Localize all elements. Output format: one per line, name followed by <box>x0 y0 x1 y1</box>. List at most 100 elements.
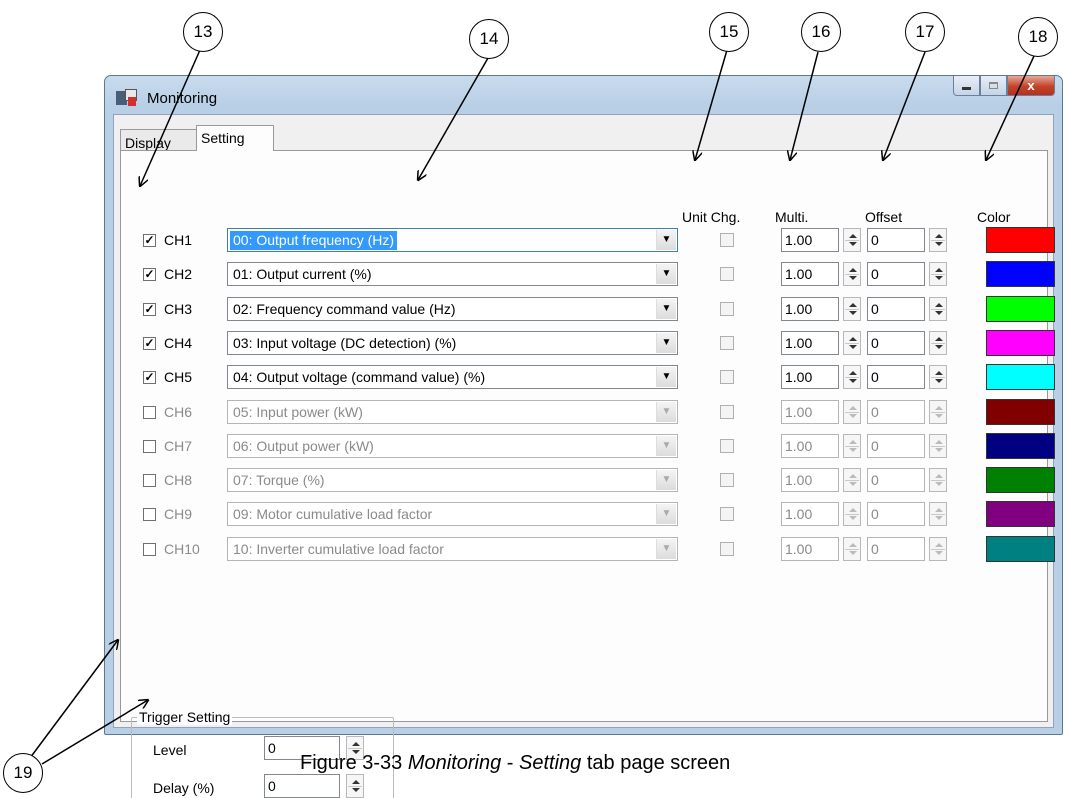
multi-input[interactable]: 1.00 <box>781 433 839 458</box>
offset-spinner[interactable] <box>929 536 947 561</box>
multi-spinner[interactable] <box>843 433 861 458</box>
channel-item-select[interactable]: 02: Frequency command value (Hz) ▼ <box>227 296 678 321</box>
unit-change-checkbox[interactable] <box>720 301 734 316</box>
multi-spinner[interactable] <box>843 365 861 390</box>
multi-spinner[interactable] <box>843 262 861 287</box>
offset-input[interactable]: 0 <box>867 228 925 252</box>
unit-change-checkbox[interactable] <box>720 335 734 350</box>
multi-input[interactable]: 1.00 <box>781 365 839 390</box>
channel-checkbox[interactable]: ✓ <box>143 302 156 316</box>
offset-spinner[interactable] <box>929 468 947 493</box>
delay-input[interactable]: 0 <box>264 774 340 798</box>
color-swatch[interactable] <box>986 501 1055 528</box>
chevron-down-icon[interactable]: ▼ <box>656 298 676 319</box>
offset-spinner[interactable] <box>929 502 947 527</box>
callout-17: 17 <box>905 12 945 52</box>
offset-spinner[interactable] <box>929 433 947 458</box>
offset-input[interactable]: 0 <box>867 502 925 527</box>
chevron-down-icon[interactable]: ▼ <box>656 332 676 353</box>
channel-checkbox[interactable] <box>143 405 156 419</box>
color-swatch[interactable] <box>986 535 1055 562</box>
channel-item-select[interactable]: 00: Output frequency (Hz) ▼ <box>227 228 678 252</box>
unit-change-checkbox[interactable] <box>720 370 734 385</box>
multi-input[interactable]: 1.00 <box>781 330 839 355</box>
offset-spinner[interactable] <box>929 399 947 424</box>
color-swatch[interactable] <box>986 467 1055 494</box>
channel-name: CH6 <box>164 403 193 420</box>
channel-checkbox[interactable] <box>143 439 156 453</box>
chevron-down-icon[interactable]: ▼ <box>656 264 676 285</box>
unit-change-checkbox[interactable] <box>720 267 734 282</box>
chevron-down-icon[interactable]: ▼ <box>656 538 676 559</box>
offset-input[interactable]: 0 <box>867 536 925 561</box>
chevron-down-icon[interactable]: ▼ <box>656 230 676 250</box>
channel-checkbox[interactable]: ✓ <box>143 336 156 350</box>
multi-spinner[interactable] <box>843 296 861 321</box>
color-swatch[interactable] <box>986 432 1055 459</box>
channel-item-select[interactable]: 05: Input power (kW) ▼ <box>227 399 678 424</box>
tab-setting[interactable]: Setting <box>196 125 274 151</box>
channel-item-select[interactable]: 04: Output voltage (command value) (%) ▼ <box>227 365 678 390</box>
tab-display[interactable]: Display <box>120 129 197 151</box>
offset-spinner[interactable] <box>929 262 947 287</box>
color-swatch[interactable] <box>986 227 1055 253</box>
chevron-down-icon[interactable]: ▼ <box>656 367 676 388</box>
delay-spinner[interactable] <box>346 774 364 798</box>
multi-spinner[interactable] <box>843 502 861 527</box>
offset-spinner[interactable] <box>929 365 947 390</box>
channel-checkbox[interactable] <box>143 474 156 488</box>
offset-input[interactable]: 0 <box>867 330 925 355</box>
channel-item-select[interactable]: 06: Output power (kW) ▼ <box>227 433 678 458</box>
minimize-button[interactable] <box>953 76 980 96</box>
offset-input[interactable]: 0 <box>867 433 925 458</box>
multi-input[interactable]: 1.00 <box>781 468 839 493</box>
maximize-button[interactable] <box>980 76 1007 96</box>
offset-input[interactable]: 0 <box>867 399 925 424</box>
multi-input[interactable]: 1.00 <box>781 262 839 287</box>
channel-item-select[interactable]: 01: Output current (%) ▼ <box>227 262 678 287</box>
offset-spinner[interactable] <box>929 228 947 252</box>
channel-item-select[interactable]: 10: Inverter cumulative load factor ▼ <box>227 536 678 561</box>
chevron-down-icon[interactable]: ▼ <box>656 435 676 456</box>
multi-input[interactable]: 1.00 <box>781 296 839 321</box>
offset-input[interactable]: 0 <box>867 296 925 321</box>
color-swatch[interactable] <box>986 364 1055 391</box>
title-bar[interactable]: Monitoring x <box>105 76 1062 114</box>
multi-input[interactable]: 1.00 <box>781 228 839 252</box>
chevron-down-icon[interactable]: ▼ <box>656 470 676 491</box>
offset-input[interactable]: 0 <box>867 365 925 390</box>
offset-input[interactable]: 0 <box>867 262 925 287</box>
channel-checkbox[interactable]: ✓ <box>143 371 156 385</box>
multi-spinner[interactable] <box>843 330 861 355</box>
unit-change-checkbox[interactable] <box>720 541 734 556</box>
channel-checkbox[interactable] <box>143 542 156 556</box>
multi-input[interactable]: 1.00 <box>781 399 839 424</box>
color-swatch[interactable] <box>986 295 1055 322</box>
offset-input[interactable]: 0 <box>867 468 925 493</box>
unit-change-checkbox[interactable] <box>720 507 734 522</box>
multi-spinner[interactable] <box>843 228 861 252</box>
multi-spinner[interactable] <box>843 399 861 424</box>
color-swatch[interactable] <box>986 329 1055 356</box>
offset-spinner[interactable] <box>929 296 947 321</box>
color-swatch[interactable] <box>986 398 1055 425</box>
color-swatch[interactable] <box>986 261 1055 288</box>
chevron-down-icon[interactable]: ▼ <box>656 504 676 525</box>
multi-spinner[interactable] <box>843 536 861 561</box>
close-button[interactable]: x <box>1007 76 1055 96</box>
channel-item-select[interactable]: 03: Input voltage (DC detection) (%) ▼ <box>227 330 678 355</box>
offset-spinner[interactable] <box>929 330 947 355</box>
chevron-down-icon[interactable]: ▼ <box>656 401 676 422</box>
channel-checkbox[interactable]: ✓ <box>143 234 156 247</box>
unit-change-checkbox[interactable] <box>720 473 734 488</box>
channel-checkbox[interactable]: ✓ <box>143 268 156 282</box>
unit-change-checkbox[interactable] <box>720 233 734 247</box>
multi-input[interactable]: 1.00 <box>781 502 839 527</box>
channel-item-select[interactable]: 09: Motor cumulative load factor ▼ <box>227 502 678 527</box>
channel-checkbox[interactable] <box>143 508 156 522</box>
multi-input[interactable]: 1.00 <box>781 536 839 561</box>
multi-spinner[interactable] <box>843 468 861 493</box>
unit-change-checkbox[interactable] <box>720 438 734 453</box>
unit-change-checkbox[interactable] <box>720 404 734 419</box>
channel-item-select[interactable]: 07: Torque (%) ▼ <box>227 468 678 493</box>
